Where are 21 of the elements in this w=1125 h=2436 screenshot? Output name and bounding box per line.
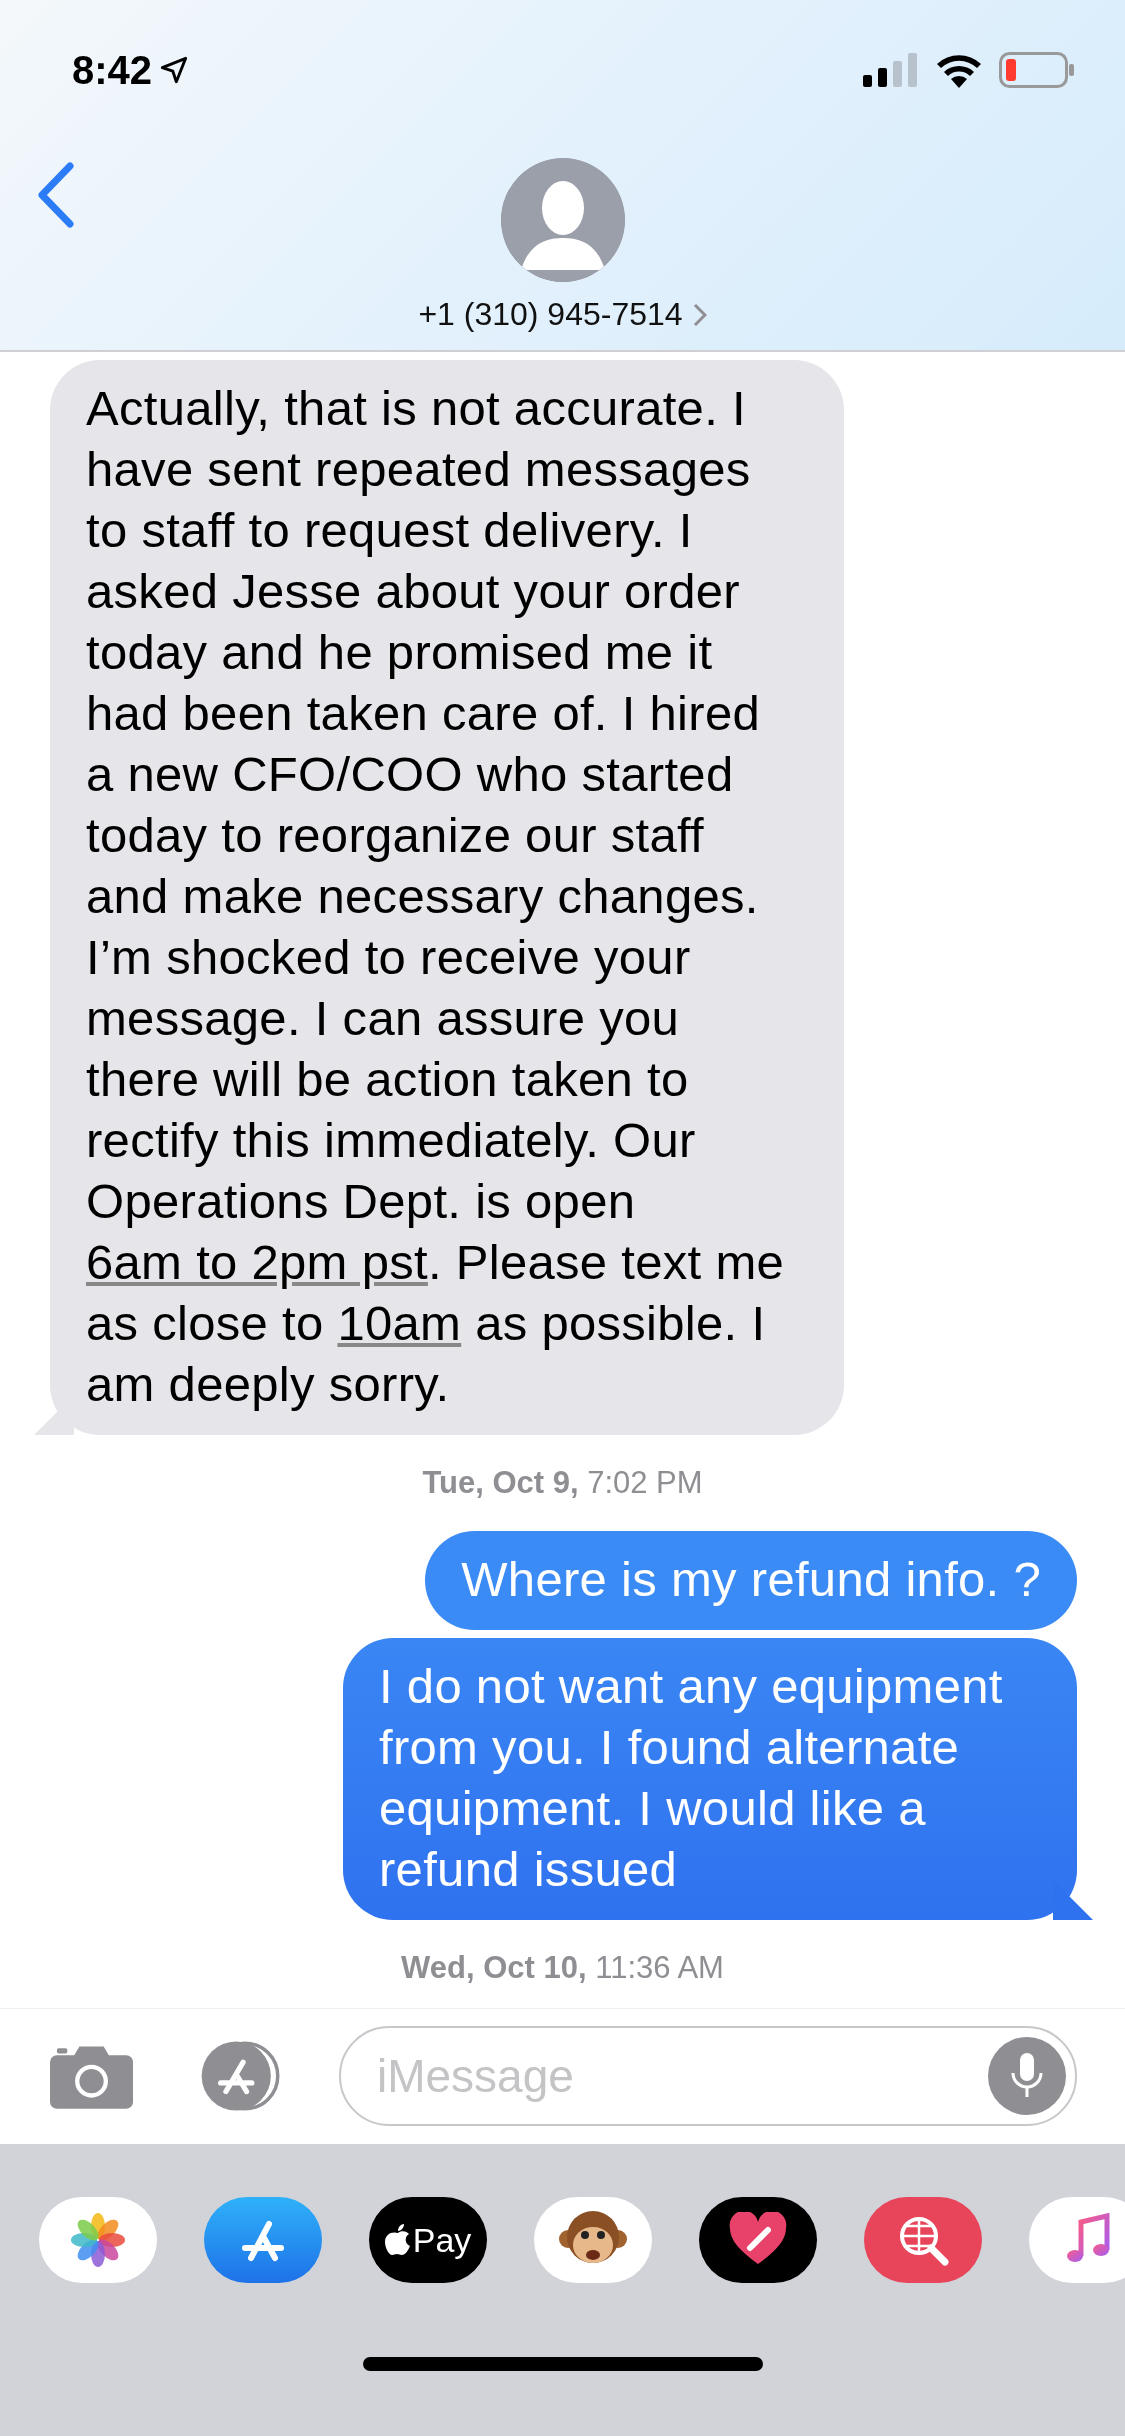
- outgoing-message-bubble: Where is my refund info. ?: [425, 1531, 1077, 1630]
- back-chevron-icon[interactable]: [36, 162, 76, 228]
- chevron-right-icon[interactable]: [692, 302, 707, 327]
- contact-avatar[interactable]: [500, 158, 625, 282]
- apple-logo-icon: [384, 2224, 411, 2257]
- wifi-icon: [935, 52, 983, 88]
- detected-time-link[interactable]: 10am: [337, 1296, 462, 1350]
- battery-icon: [999, 52, 1075, 88]
- message-input-field[interactable]: iMessage: [339, 2026, 1077, 2127]
- location-arrow-icon: [160, 56, 189, 84]
- contact-phone-number[interactable]: +1 (310) 945-7514: [418, 296, 683, 333]
- signal-icon: [863, 53, 919, 87]
- detected-time-link[interactable]: 6am to 2pm pst: [86, 1235, 428, 1289]
- home-indicator[interactable]: [362, 2356, 763, 2371]
- message-timestamp: Tue, Oct 9, 7:02 PM: [421, 1465, 704, 1501]
- incoming-message-bubble: Actually, that is not accurate. I have sent repeated messages to staff to request delivery. I asked Jesse about your order today and he promised me it had been taken care of. I hired a new CFO/COO who started today to reorganize our staff and make necessary changes. I’m shocked to receive your message. I can assure you there will be action taken to rectify this immediately. Our Operations Dept. is open 6am to 2pm pst. Please text me as close to 10am as possible. I am deeply sorry.: [50, 360, 844, 1435]
- apple-pay-app-button[interactable]: Pay: [369, 2197, 487, 2284]
- status-time: 8:42: [72, 47, 153, 93]
- app-label: Pay: [412, 2220, 472, 2260]
- message-timestamp: Wed, Oct 10, 11:36 AM: [400, 1950, 725, 1986]
- outgoing-message-bubble: I do not want any equipment from you. I found alternate equipment. I would like a refund issued: [343, 1638, 1077, 1920]
